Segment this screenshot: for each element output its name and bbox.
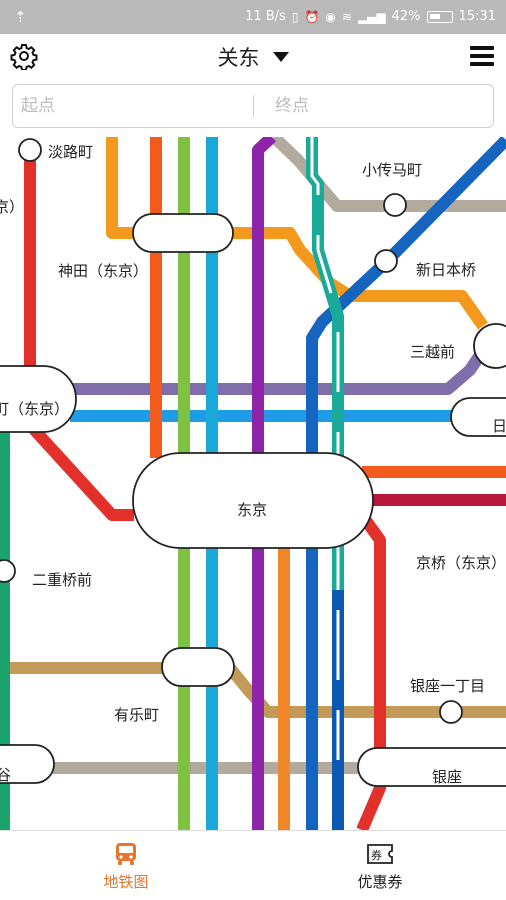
label-ginza: 银座 <box>432 768 462 786</box>
network-speed: 11 B/s <box>245 9 286 24</box>
station-awajicho-node <box>18 138 42 162</box>
station-nijubashimae-node <box>0 559 16 583</box>
label-kodenmacho: 小传马町 <box>362 161 422 179</box>
tab-coupon[interactable]: 券 优惠券 <box>310 841 450 892</box>
region-selector[interactable]: 关东 <box>0 42 506 72</box>
app-header: 关东 <box>0 34 506 78</box>
tab-subway-map[interactable]: 地铁图 <box>56 841 196 892</box>
label-mitsukoshimae: 三越前 <box>410 343 455 361</box>
eye-icon: ◉ <box>325 9 336 24</box>
label-otemachi: 町（东京） <box>0 400 69 418</box>
station-yurakucho-node <box>161 647 235 687</box>
status-right: 11 B/s ▯ ⏰ ◉ ≋ ▂▄▆ 42% 15:31 <box>245 9 496 24</box>
input-divider <box>253 95 254 117</box>
battery-icon <box>426 10 453 23</box>
label-shin-nihombashi: 新日本桥 <box>416 261 476 279</box>
line-marunouchi <box>24 150 134 521</box>
vibrate-icon: ▯ <box>291 9 299 24</box>
bottom-tab-bar: 地铁图 券 优惠券 <box>0 830 506 900</box>
ticket-icon: 券 <box>367 844 393 864</box>
alarm-icon: ⏰ <box>304 9 320 24</box>
route-search-bar <box>12 84 494 128</box>
label-yurakucho: 有乐町 <box>114 706 159 724</box>
label-nihombashi: 日 <box>492 417 506 435</box>
subway-map-canvas[interactable]: 淡路町 京） 小传马町 神田（东京） 新日本桥 三越前 町（东京） 日 东京 二… <box>0 137 506 830</box>
station-shin-nihombashi-node <box>374 249 398 273</box>
label-kanda: 神田（东京） <box>58 262 148 280</box>
label-tokyo: 东京 <box>237 501 267 519</box>
start-station-input[interactable] <box>21 93 241 119</box>
bus-icon <box>116 843 136 865</box>
status-bar: ⇡ 11 B/s ▯ ⏰ ◉ ≋ ▂▄▆ 42% 15:31 <box>0 0 506 34</box>
label-left-partial: 京） <box>0 198 24 216</box>
subway-map[interactable]: 淡路町 京） 小传马町 神田（东京） 新日本桥 三越前 町（东京） 日 东京 二… <box>0 137 506 830</box>
end-station-input[interactable] <box>275 93 485 119</box>
station-kodenmacho-node <box>383 193 407 217</box>
station-ginza-itchome-node <box>439 700 463 724</box>
signal-icon: ▂▄▆ <box>357 9 386 24</box>
clock: 15:31 <box>458 9 496 24</box>
region-title: 关东 <box>217 46 260 70</box>
wifi-icon: ≋ <box>341 9 352 24</box>
battery-percent: 42% <box>391 9 421 24</box>
station-otemachi-node <box>0 365 77 433</box>
svg-text:券: 券 <box>371 848 382 862</box>
label-hibiya: 谷 <box>0 766 11 784</box>
dropdown-arrow-icon <box>272 52 289 62</box>
label-awajicho: 淡路町 <box>48 143 93 161</box>
station-kanda-node <box>132 213 234 253</box>
menu-icon[interactable] <box>470 46 494 66</box>
label-nijubashimae: 二重桥前 <box>32 571 92 589</box>
tab-coupon-label: 优惠券 <box>357 873 403 891</box>
label-ginza-itchome: 银座一丁目 <box>410 677 485 695</box>
tab-subway-map-label: 地铁图 <box>103 873 149 891</box>
label-kyobashi: 京桥（东京） <box>416 554 506 572</box>
usb-icon: ⇡ <box>14 8 27 26</box>
